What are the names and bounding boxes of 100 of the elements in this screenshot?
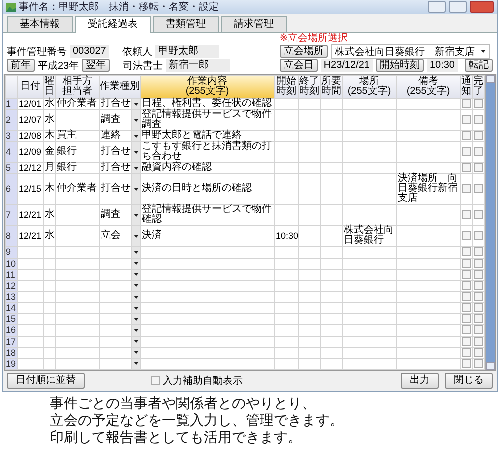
checkbox[interactable] bbox=[474, 147, 483, 156]
checkbox[interactable] bbox=[462, 247, 471, 256]
caret-icon bbox=[134, 234, 138, 238]
content-cell: 登記情報提供サービスで物件確認 bbox=[140, 204, 274, 226]
date-button[interactable]: 立会日 bbox=[280, 59, 318, 72]
close-button[interactable]: 閉じる bbox=[445, 372, 493, 389]
row-number: 3 bbox=[6, 130, 18, 142]
column-header: 備考 (255文字) bbox=[396, 76, 460, 98]
checkbox[interactable] bbox=[462, 325, 471, 334]
checkbox[interactable] bbox=[474, 210, 483, 220]
close-button[interactable] bbox=[470, 1, 494, 13]
minimize-button[interactable] bbox=[428, 1, 446, 13]
transfer-button[interactable]: 転記 bbox=[465, 59, 493, 72]
party-cell: 買主 bbox=[56, 130, 100, 142]
caret-icon bbox=[134, 273, 138, 276]
next-year-button[interactable]: 翌年 bbox=[82, 59, 110, 72]
weekday-cell: 木 bbox=[44, 130, 56, 142]
content-cell: こすもす銀行と抹消書類の打ち合わせ bbox=[140, 142, 274, 163]
output-button[interactable]: 出力 bbox=[401, 372, 439, 389]
checkbox[interactable] bbox=[474, 231, 483, 240]
tab[interactable]: 書類管理 bbox=[153, 16, 219, 32]
caret-icon bbox=[134, 284, 138, 288]
column-header: 日付 bbox=[18, 76, 44, 98]
place-hint: ※立会場所選択 bbox=[280, 34, 350, 44]
checkbox[interactable] bbox=[474, 163, 483, 172]
checkbox[interactable] bbox=[151, 376, 160, 386]
checkbox[interactable] bbox=[462, 99, 471, 108]
checkbox[interactable] bbox=[474, 314, 483, 324]
column-header: 作業種別 bbox=[100, 76, 140, 98]
checkbox[interactable] bbox=[474, 131, 483, 140]
start-time-cell: 10:30 bbox=[274, 226, 298, 247]
tab[interactable]: 請求管理 bbox=[221, 16, 287, 32]
row-number: 12 bbox=[6, 280, 18, 292]
time-button[interactable]: 開始時刻 bbox=[376, 59, 424, 72]
caret-icon bbox=[134, 362, 138, 366]
checkbox[interactable] bbox=[474, 184, 483, 194]
caret-icon bbox=[134, 262, 138, 266]
checkbox[interactable] bbox=[462, 115, 471, 124]
checkbox[interactable] bbox=[462, 131, 471, 140]
prev-year-button[interactable]: 前年 bbox=[7, 59, 35, 72]
row-number: 9 bbox=[6, 246, 18, 258]
case-number-field[interactable]: 003027 bbox=[70, 45, 110, 58]
sort-button[interactable]: 日付順に並替 bbox=[7, 372, 85, 389]
caret-icon bbox=[480, 50, 486, 53]
checkbox[interactable] bbox=[474, 99, 483, 108]
row-number: 17 bbox=[6, 336, 18, 348]
year-text: 平成23年 bbox=[38, 60, 80, 72]
tab[interactable]: 受託経過表 bbox=[75, 16, 151, 33]
weekday-cell: 水 bbox=[44, 226, 56, 247]
checkbox[interactable] bbox=[474, 303, 483, 312]
checkbox[interactable] bbox=[474, 115, 483, 124]
weekday-cell: 水 bbox=[44, 98, 56, 110]
place-button[interactable]: 立会場所 bbox=[280, 45, 328, 58]
row-number: 4 bbox=[6, 142, 18, 163]
row-number: 11 bbox=[6, 269, 18, 280]
checkbox[interactable] bbox=[462, 303, 471, 312]
weekday-cell: 水 bbox=[44, 110, 56, 131]
checkbox[interactable] bbox=[462, 210, 471, 220]
scrollbar[interactable] bbox=[485, 75, 495, 370]
row-number: 14 bbox=[6, 302, 18, 314]
date-cell: 12/15 bbox=[18, 174, 44, 205]
caret-icon bbox=[134, 340, 138, 344]
tab[interactable]: 基本情報 bbox=[7, 16, 73, 32]
date-field[interactable]: H23/12/21 bbox=[320, 59, 373, 72]
checkbox[interactable] bbox=[474, 325, 483, 334]
scrivener-field[interactable]: 新宿一郎 bbox=[166, 59, 230, 72]
row-number: 8 bbox=[6, 226, 18, 247]
checkbox-label: 入力補助自動表示 bbox=[163, 374, 243, 388]
caption-line: 事件ごとの当事者や関係者とのやりとり、 bbox=[50, 394, 317, 412]
row-number: 1 bbox=[6, 98, 18, 110]
date-cell: 12/09 bbox=[18, 142, 44, 163]
checkbox[interactable] bbox=[474, 247, 483, 256]
case-number-label: 事件管理番号 bbox=[7, 46, 67, 58]
checkbox[interactable] bbox=[462, 314, 471, 324]
time-field[interactable]: 10:30 bbox=[426, 59, 458, 72]
place-dropdown[interactable]: 株式会社向日葵銀行 新宿支店 bbox=[330, 44, 490, 59]
row-number: 2 bbox=[6, 110, 18, 131]
content-cell: 甲野太郎と電話で連絡 bbox=[140, 130, 274, 142]
checkbox[interactable] bbox=[462, 163, 471, 172]
party-cell: 仲介業者 bbox=[56, 174, 100, 205]
checkbox[interactable] bbox=[462, 147, 471, 156]
party-cell: 仲介業者 bbox=[56, 98, 100, 110]
weekday-cell: 木 bbox=[44, 174, 56, 205]
date-cell: 12/01 bbox=[18, 98, 44, 110]
caret-icon bbox=[134, 188, 138, 191]
caret-icon bbox=[134, 150, 138, 154]
caret-icon bbox=[134, 296, 138, 299]
checkbox[interactable] bbox=[462, 184, 471, 194]
content-cell: 融資内容の確認 bbox=[140, 162, 274, 174]
caret-icon bbox=[134, 102, 138, 106]
caret-icon bbox=[134, 250, 138, 254]
checkbox[interactable] bbox=[462, 231, 471, 240]
window-title: 事件名：甲野太郎 抹消・移転・名変・設定 bbox=[19, 0, 220, 14]
place-cell: 株式会社向日葵銀行 bbox=[342, 226, 396, 247]
caret-icon bbox=[134, 306, 138, 310]
row-number: 16 bbox=[6, 324, 18, 336]
caret-icon bbox=[134, 166, 138, 170]
client-field[interactable]: 甲野太郎 bbox=[155, 45, 220, 58]
caret-icon bbox=[134, 134, 138, 138]
maximize-button[interactable] bbox=[449, 1, 467, 13]
